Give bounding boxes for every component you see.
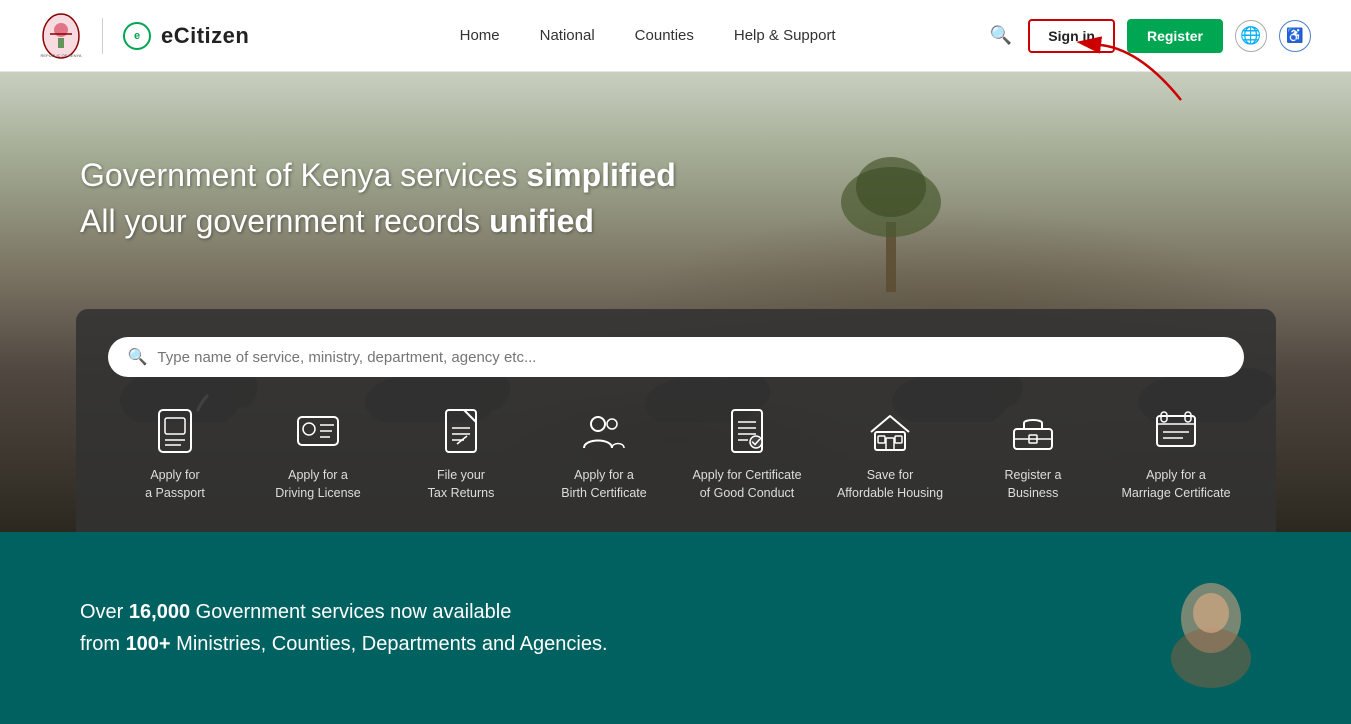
search-button[interactable]: 🔍	[986, 21, 1016, 50]
service-driving[interactable]: Apply for aDriving License	[251, 405, 386, 502]
service-conduct[interactable]: Apply for Certificateof Good Conduct	[680, 405, 815, 502]
search-card: 🔍 Apply fora Passport	[76, 309, 1276, 532]
svg-text:REPUBLIC OF KENYA: REPUBLIC OF KENYA	[40, 53, 81, 58]
service-housing-label: Save forAffordable Housing	[837, 467, 943, 502]
service-housing[interactable]: Save forAffordable Housing	[823, 405, 958, 502]
business-icon	[1007, 405, 1059, 457]
service-passport-label: Apply fora Passport	[145, 467, 205, 502]
service-birth[interactable]: Apply for aBirth Certificate	[537, 405, 672, 502]
search-input[interactable]	[157, 349, 1223, 366]
conduct-icon	[721, 405, 773, 457]
bottom-text: Over 16,000 Government services now avai…	[80, 596, 608, 660]
accessibility-button[interactable]: ♿	[1279, 20, 1311, 52]
nav-link-national[interactable]: National	[540, 27, 595, 44]
language-button[interactable]: 🌐	[1235, 20, 1267, 52]
nav-link-counties[interactable]: Counties	[635, 27, 694, 44]
service-passport[interactable]: Apply fora Passport	[108, 405, 243, 502]
marriage-icon	[1150, 405, 1202, 457]
hero-section: Government of Kenya services simplified …	[0, 72, 1351, 532]
nav-link-help[interactable]: Help & Support	[734, 27, 836, 44]
passport-icon	[149, 405, 201, 457]
service-tax[interactable]: File yourTax Returns	[394, 405, 529, 502]
driving-icon	[292, 405, 344, 457]
register-button[interactable]: Register	[1127, 19, 1223, 53]
service-marriage-label: Apply for aMarriage Certificate	[1121, 467, 1230, 502]
bottom-section: Over 16,000 Government services now avai…	[0, 532, 1351, 724]
service-marriage[interactable]: Apply for aMarriage Certificate	[1109, 405, 1244, 502]
signin-button[interactable]: Sign in	[1028, 19, 1115, 53]
ecitizen-logo-icon: e	[123, 22, 151, 50]
logo-area: REPUBLIC OF KENYA e eCitizen	[40, 12, 249, 60]
nav-links: Home National Counties Help & Support	[309, 27, 986, 44]
nav-link-home[interactable]: Home	[460, 27, 500, 44]
service-birth-label: Apply for aBirth Certificate	[561, 467, 646, 502]
search-bar: 🔍	[108, 337, 1244, 377]
hero-headline: Government of Kenya services simplified …	[80, 152, 676, 245]
service-business-label: Register aBusiness	[1005, 467, 1062, 502]
birth-icon	[578, 405, 630, 457]
tree-illustration	[831, 132, 951, 292]
service-business[interactable]: Register aBusiness	[966, 405, 1101, 502]
search-bar-icon: 🔍	[128, 347, 148, 367]
housing-icon	[864, 405, 916, 457]
services-row: Apply fora Passport Apply for aDriving L…	[108, 405, 1244, 502]
logo-label: eCitizen	[161, 23, 249, 49]
logo-divider	[102, 18, 103, 54]
tax-icon	[435, 405, 487, 457]
service-tax-label: File yourTax Returns	[428, 467, 495, 502]
bottom-image	[1091, 568, 1271, 688]
navbar: REPUBLIC OF KENYA e eCitizen Home Nation…	[0, 0, 1351, 72]
nav-actions: 🔍 Sign in Register 🌐 ♿	[986, 19, 1311, 53]
hero-text: Government of Kenya services simplified …	[80, 152, 676, 245]
service-conduct-label: Apply for Certificateof Good Conduct	[692, 467, 801, 502]
coat-of-arms-icon: REPUBLIC OF KENYA	[40, 12, 82, 60]
service-driving-label: Apply for aDriving License	[275, 467, 360, 502]
